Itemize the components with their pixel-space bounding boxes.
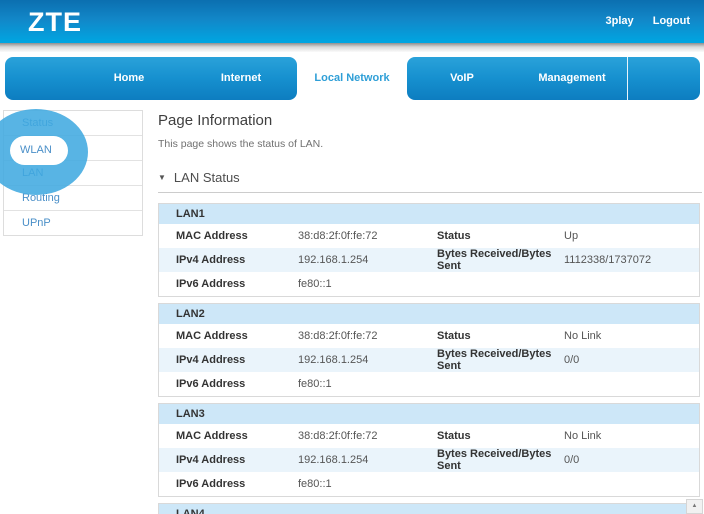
field-value: 38:d8:2f:0f:fe:72 [298,330,437,342]
tab-home[interactable]: Home [73,57,185,100]
table-row: IPv6 Address fe80::1 [159,472,699,496]
field-label: Status [437,230,564,242]
table-row: IPv4 Address 192.168.1.254 Bytes Receive… [159,248,699,272]
lan2-table: LAN2 MAC Address 38:d8:2f:0f:fe:72 Statu… [158,303,700,397]
field-value: Up [564,230,699,242]
field-label: MAC Address [159,430,298,442]
lan4-header: LAN4 [159,504,699,514]
table-row: IPv6 Address fe80::1 [159,272,699,296]
field-value: 192.168.1.254 [298,254,437,266]
main-nav: Home Internet Local Network VoIP Managem… [0,57,704,100]
field-value: fe80::1 [298,278,437,290]
tab-internet[interactable]: Internet [185,57,297,100]
tab-management[interactable]: Management [517,57,627,100]
user-link[interactable]: 3play [606,15,634,27]
section-divider [158,192,702,193]
lan1-header: LAN1 [159,204,699,224]
field-label: IPv6 Address [159,278,298,290]
zte-logo: ZTE [28,7,82,38]
field-value: 0/0 [564,354,699,366]
table-row: IPv4 Address 192.168.1.254 Bytes Receive… [159,348,699,372]
lan2-header: LAN2 [159,304,699,324]
lan3-table: LAN3 MAC Address 38:d8:2f:0f:fe:72 Statu… [158,403,700,497]
header-shadow [0,43,704,52]
field-label: Bytes Received/Bytes Sent [437,448,564,472]
field-label: Bytes Received/Bytes Sent [437,248,564,272]
field-label: IPv6 Address [159,478,298,490]
logout-link[interactable]: Logout [653,15,690,27]
field-value: 1112338/1737072 [564,254,699,266]
scrollbar-up-button[interactable]: ▲ [686,499,703,514]
page-title: Page Information [158,112,272,129]
field-value: 0/0 [564,454,699,466]
field-value: fe80::1 [298,378,437,390]
field-label: IPv4 Address [159,354,298,366]
field-value: No Link [564,330,699,342]
tab-local-network[interactable]: Local Network [297,57,407,100]
page-subtitle: This page shows the status of LAN. [158,138,323,150]
field-label: Status [437,430,564,442]
field-label: IPv4 Address [159,254,298,266]
router-admin-page: ZTE 3play Logout Home Internet Local Net… [0,0,704,514]
field-value: No Link [564,430,699,442]
field-label: MAC Address [159,230,298,242]
sidebar-item-wlan-highlighted[interactable]: WLAN [10,136,68,165]
table-row: IPv6 Address fe80::1 [159,372,699,396]
sidebar-item-upnp[interactable]: UPnP [4,211,142,235]
nav-group-right: VoIP Management [407,57,700,100]
lan4-table-partial: LAN4 [158,503,700,514]
field-label: IPv6 Address [159,378,298,390]
field-value: 192.168.1.254 [298,454,437,466]
tab-voip[interactable]: VoIP [407,57,517,100]
collapse-triangle-icon: ▼ [158,173,166,182]
field-value: fe80::1 [298,478,437,490]
table-row: MAC Address 38:d8:2f:0f:fe:72 Status No … [159,324,699,348]
table-row: IPv4 Address 192.168.1.254 Bytes Receive… [159,448,699,472]
section-title: LAN Status [174,170,240,185]
table-row: MAC Address 38:d8:2f:0f:fe:72 Status Up [159,224,699,248]
lan-status-section-header[interactable]: ▼ LAN Status [158,170,240,185]
field-label: MAC Address [159,330,298,342]
table-row: MAC Address 38:d8:2f:0f:fe:72 Status No … [159,424,699,448]
nav-group-left: Home Internet [5,57,297,100]
field-label: IPv4 Address [159,454,298,466]
field-label: Bytes Received/Bytes Sent [437,348,564,372]
lan1-table: LAN1 MAC Address 38:d8:2f:0f:fe:72 Statu… [158,203,700,297]
field-label: Status [437,330,564,342]
field-value: 192.168.1.254 [298,354,437,366]
nav-spacer [627,57,700,100]
field-value: 38:d8:2f:0f:fe:72 [298,430,437,442]
top-links: 3play Logout [590,15,690,27]
field-value: 38:d8:2f:0f:fe:72 [298,230,437,242]
lan3-header: LAN3 [159,404,699,424]
top-header: ZTE 3play Logout [0,0,704,43]
